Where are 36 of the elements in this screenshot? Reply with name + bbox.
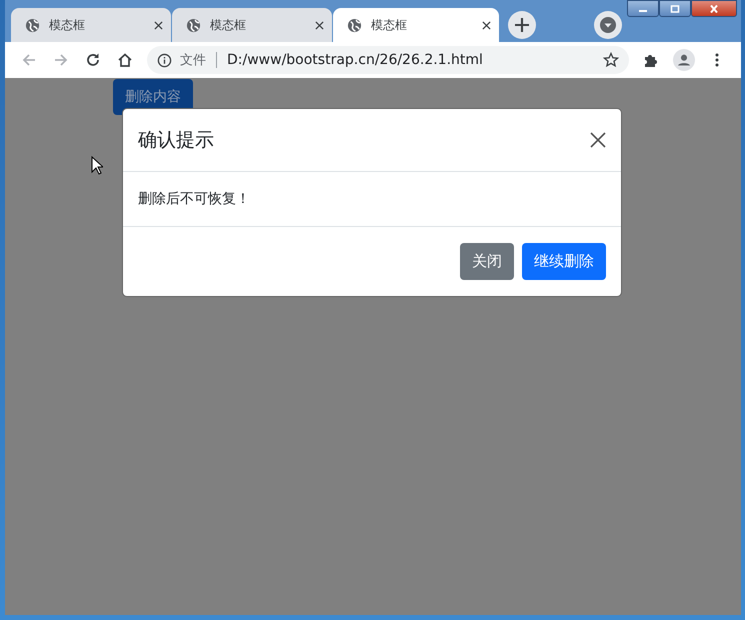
close-icon[interactable] [154, 20, 163, 30]
globe-icon [186, 18, 201, 32]
scheme-label: 文件 [180, 52, 206, 69]
puzzle-icon[interactable] [643, 52, 659, 68]
profile-icon[interactable] [673, 49, 695, 71]
home-icon[interactable] [117, 52, 133, 68]
modal-message: 删除后不可恢复！ [138, 191, 250, 207]
close-icon[interactable] [590, 132, 606, 148]
url-text: D:/www/bootstrap.cn/26/26.2.1.html [227, 52, 484, 68]
address-bar[interactable]: 文件 D:/www/bootstrap.cn/26/26.2.1.html [147, 46, 629, 74]
tab-title: 模态框 [49, 16, 86, 34]
maximize-button[interactable] [659, 0, 691, 17]
browser-tab[interactable]: 模态框 [333, 8, 499, 42]
cursor-icon [91, 156, 103, 175]
tab-search-button[interactable] [594, 11, 622, 39]
close-icon [709, 4, 719, 12]
browser-tab[interactable]: 模态框 [172, 8, 332, 42]
close-button[interactable] [691, 0, 737, 17]
plus-icon [515, 18, 529, 32]
info-icon [157, 52, 172, 68]
modal-title: 确认提示 [138, 128, 214, 153]
caret-icon [600, 17, 616, 33]
tab-title: 模态框 [210, 16, 247, 34]
globe-icon [25, 18, 40, 32]
globe-icon [347, 18, 362, 32]
star-icon[interactable] [603, 52, 619, 68]
close-button[interactable]: 关闭 [460, 243, 514, 280]
close-icon[interactable] [482, 20, 491, 30]
new-tab-button[interactable] [508, 11, 536, 39]
minimize-button[interactable] [627, 0, 659, 17]
reload-icon[interactable] [85, 52, 101, 68]
browser-tab[interactable]: 模态框 [11, 8, 171, 42]
tab-title: 模态框 [371, 16, 408, 34]
confirm-button[interactable]: 继续删除 [522, 243, 606, 280]
maximize-icon [670, 4, 680, 12]
close-icon[interactable] [315, 20, 324, 30]
